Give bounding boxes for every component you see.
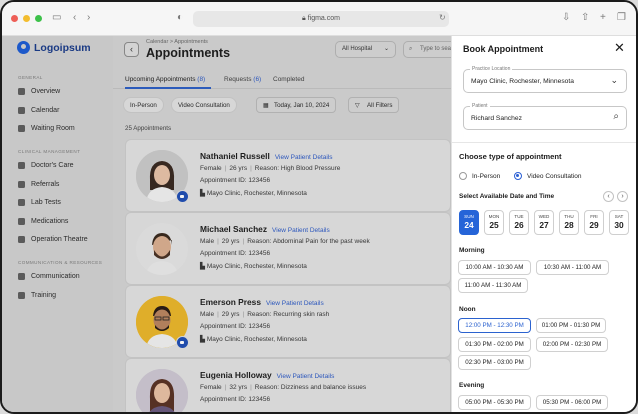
appointment-type-heading: Choose type of appointment: [459, 152, 562, 161]
radio-checked-icon: [514, 172, 522, 180]
noon-heading: Noon: [459, 306, 476, 313]
time-slot-selected[interactable]: 12:00 PM - 12:30 PM: [458, 318, 531, 333]
date-option[interactable]: WED 27: [534, 210, 554, 235]
maximize-window-dot[interactable]: [35, 15, 42, 22]
time-slot[interactable]: 05:00 PM - 05:30 PM: [458, 395, 531, 410]
forward-nav-icon[interactable]: ›: [87, 11, 90, 25]
download-icon[interactable]: ⇩: [562, 11, 570, 25]
close-icon[interactable]: ✕: [614, 40, 625, 56]
date-option[interactable]: THU 28: [559, 210, 579, 235]
radio-video-consultation[interactable]: Video Consultation: [514, 172, 581, 180]
morning-heading: Morning: [459, 247, 485, 254]
evening-heading: Evening: [459, 382, 485, 389]
time-slot[interactable]: 02:30 PM - 03:00 PM: [458, 355, 531, 370]
chevron-right-icon[interactable]: ›: [617, 191, 628, 202]
date-option[interactable]: SAT 30: [609, 210, 629, 235]
tabs-overview-icon[interactable]: ❐: [617, 11, 626, 25]
date-option[interactable]: FRI 29: [584, 210, 604, 235]
date-option[interactable]: MON 25: [484, 210, 504, 235]
radio-in-person[interactable]: In-Person: [459, 172, 500, 180]
time-slot[interactable]: 10:30 AM - 11:00 AM: [536, 260, 609, 275]
radio-unchecked-icon: [459, 172, 467, 180]
time-slot[interactable]: 11:00 AM - 11:30 AM: [458, 278, 528, 293]
time-slot[interactable]: 01:30 PM - 02:00 PM: [458, 337, 531, 352]
minimize-window-dot[interactable]: [23, 15, 30, 22]
new-tab-icon[interactable]: +: [600, 11, 606, 25]
search-icon: ⌕: [613, 111, 619, 122]
time-slot[interactable]: 10:00 AM - 10:30 AM: [458, 260, 531, 275]
app-window: ▭ ‹ › ◐ 🔒︎ figma.com ↻ ⇩ ⇧ + ❐ Logoipsum…: [0, 0, 638, 414]
time-slot[interactable]: 05:30 PM - 06:00 PM: [536, 395, 608, 410]
date-time-heading: Select Available Date and Time: [459, 193, 555, 200]
date-option[interactable]: TUE 26: [509, 210, 529, 235]
panel-title: Book Appointment: [463, 44, 544, 54]
close-window-dot[interactable]: [11, 15, 18, 22]
chevron-left-icon[interactable]: ‹: [603, 191, 614, 202]
shield-icon: ◐: [177, 12, 184, 23]
address-bar[interactable]: 🔒︎ figma.com: [193, 11, 449, 27]
patient-search-field[interactable]: Patient Richard Sanchez ⌕: [463, 103, 627, 130]
practice-location-select[interactable]: Practice Location Mayo Clinic, Rochester…: [463, 66, 627, 93]
reload-icon[interactable]: ↻: [439, 11, 446, 25]
divider: [452, 142, 636, 143]
share-icon[interactable]: ⇧: [581, 11, 589, 25]
sidebar-toggle-icon[interactable]: ▭: [52, 11, 61, 25]
back-nav-icon[interactable]: ‹: [73, 11, 76, 25]
time-slot[interactable]: 01:00 PM - 01:30 PM: [536, 318, 606, 333]
url-text: figma.com: [307, 15, 340, 22]
chevron-down-icon: ⌄: [610, 75, 618, 85]
date-option[interactable]: SUN 24: [459, 210, 479, 235]
modal-overlay[interactable]: [2, 36, 451, 412]
book-appointment-panel: Book Appointment ✕ Practice Location May…: [451, 36, 636, 412]
time-slot[interactable]: 02:00 PM - 02:30 PM: [536, 337, 608, 352]
browser-toolbar: ▭ ‹ › ◐ 🔒︎ figma.com ↻ ⇩ ⇧ + ❐: [2, 2, 636, 36]
